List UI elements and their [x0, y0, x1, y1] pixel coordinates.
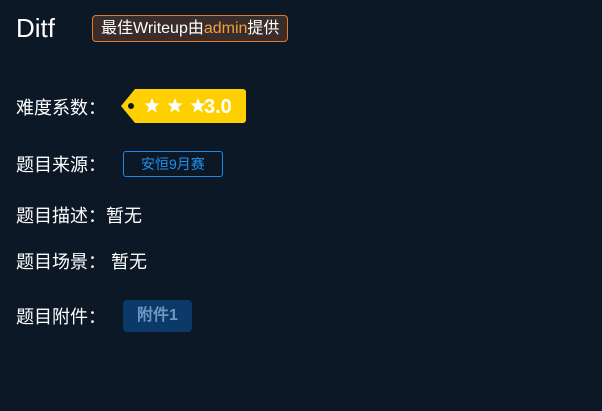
scene-value: 暂无 — [111, 252, 147, 272]
writeup-prefix: 最佳Writeup由 — [101, 20, 204, 37]
attachment-label: 题目附件： — [16, 307, 106, 327]
challenge-title: Ditf — [16, 13, 55, 43]
writeup-user[interactable]: admin — [204, 20, 248, 37]
scene-label: 题目场景： — [16, 252, 106, 272]
source-label: 题目来源： — [16, 155, 106, 175]
difficulty-row: 难度系数： — [16, 94, 106, 120]
difficulty-label: 难度系数： — [16, 98, 106, 118]
difficulty-tag: 3.0 — [121, 89, 246, 123]
difficulty-value: 3.0 — [204, 96, 232, 118]
source-row: 题目来源： 安恒9月赛 — [16, 151, 223, 177]
description-value: 暂无 — [106, 206, 142, 226]
attachment-row: 题目附件： 附件1 — [16, 300, 192, 332]
description-label: 题目描述： — [16, 206, 106, 226]
source-badge[interactable]: 安恒9月赛 — [123, 151, 223, 177]
scene-row: 题目场景： 暂无 — [16, 248, 147, 274]
writeup-badge[interactable]: 最佳Writeup由admin提供 — [92, 15, 289, 42]
writeup-suffix: 提供 — [247, 20, 280, 37]
description-row: 题目描述： 暂无 — [16, 202, 142, 228]
attachment-button[interactable]: 附件1 — [123, 300, 192, 332]
tag-hole-icon — [128, 103, 134, 109]
